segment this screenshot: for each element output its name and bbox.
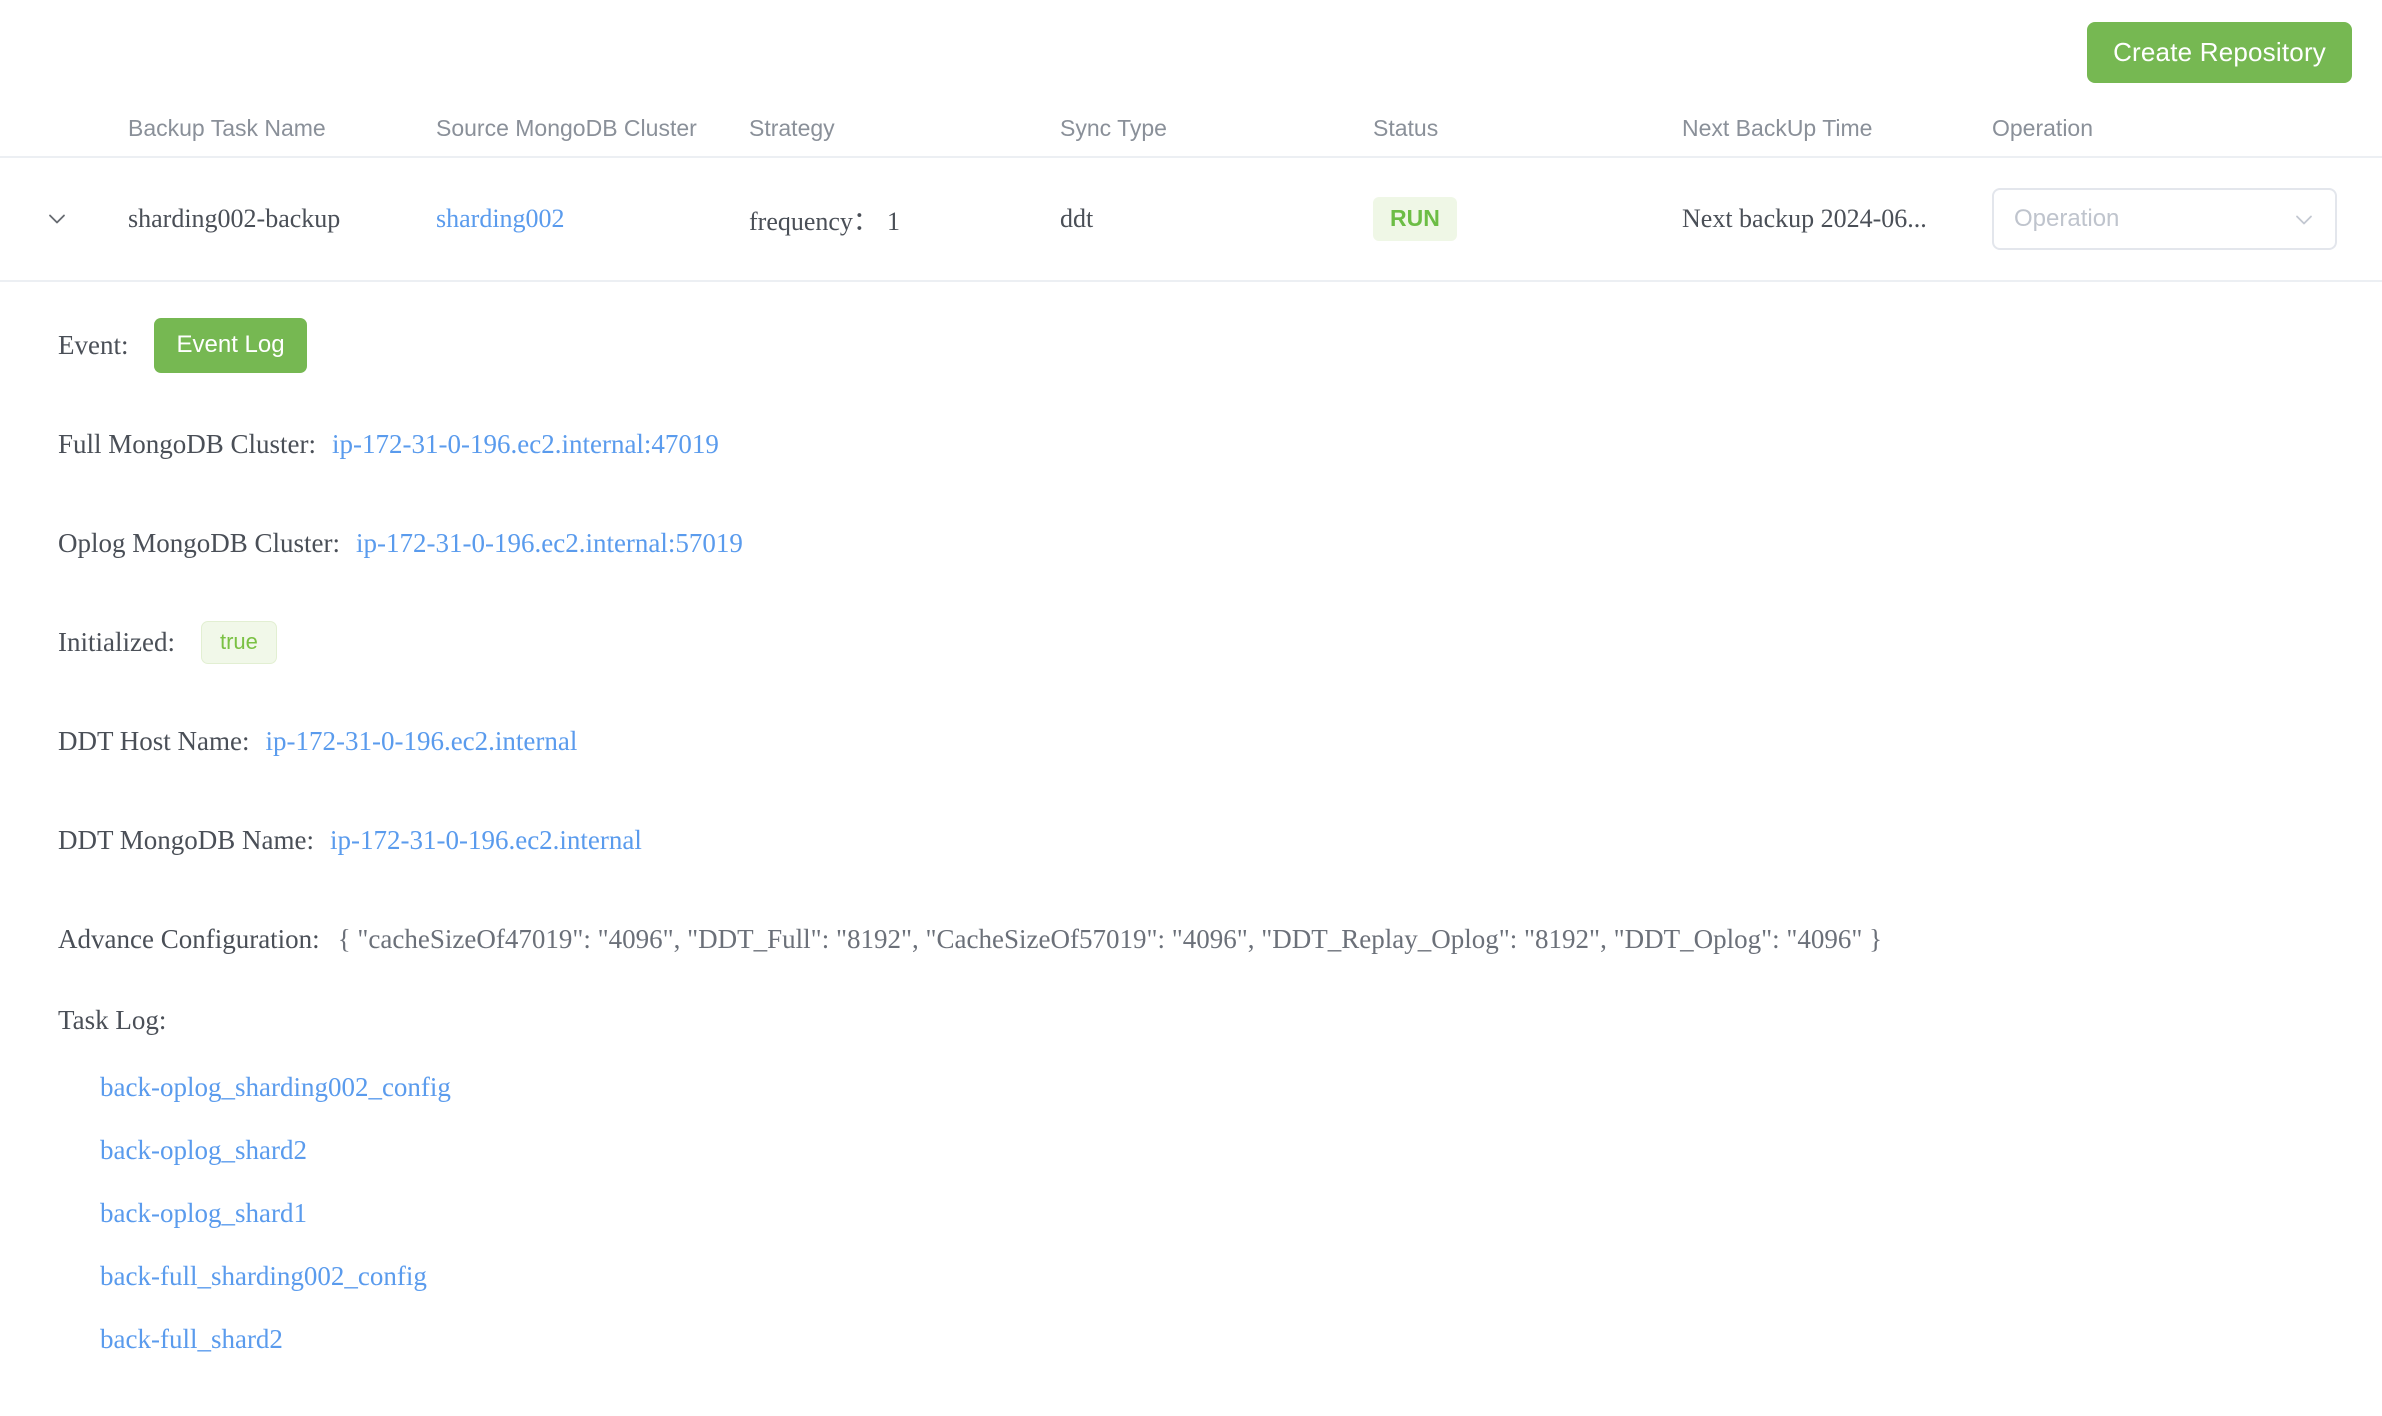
ddt-mongodb-name-label: DDT MongoDB Name: bbox=[58, 824, 314, 855]
column-header-operation: Operation bbox=[1992, 114, 2094, 141]
column-header-next-backup: Next BackUp Time bbox=[1682, 114, 1873, 141]
column-header-sync-type: Sync Type bbox=[1060, 114, 1167, 141]
oplog-mongodb-cluster-label: Oplog MongoDB Cluster: bbox=[58, 527, 341, 558]
create-repository-button[interactable]: Create Repository bbox=[2087, 22, 2352, 83]
backup-task-page: Create Repository Backup Task Name Sourc… bbox=[0, 0, 2382, 1416]
task-log-link[interactable]: back-oplog_sharding002_config bbox=[100, 1072, 451, 1103]
initialized-badge: true bbox=[200, 620, 277, 664]
table-row: sharding002-backup sharding002 frequency… bbox=[0, 158, 2382, 282]
cell-next-backup-time: Next backup 2024-06... bbox=[1682, 204, 1927, 233]
operation-select-placeholder: Operation bbox=[2014, 205, 2120, 232]
strategy-value: 1 bbox=[886, 206, 900, 236]
row-expand-toggle[interactable] bbox=[0, 208, 128, 230]
detail-initialized-row: Initialized: true bbox=[58, 609, 2382, 675]
detail-oplog-cluster-row: Oplog MongoDB Cluster: ip-172-31-0-196.e… bbox=[58, 510, 2382, 576]
initialized-label: Initialized: bbox=[58, 626, 175, 657]
cell-status: RUN bbox=[1373, 197, 1682, 241]
list-item: back-oplog_shard2 bbox=[100, 1119, 2382, 1182]
chevron-down-icon bbox=[2293, 208, 2315, 230]
detail-full-cluster-row: Full MongoDB Cluster: ip-172-31-0-196.ec… bbox=[58, 411, 2382, 477]
chevron-down-icon bbox=[46, 208, 68, 230]
row-detail-panel: Event: Event Log Full MongoDB Cluster: i… bbox=[0, 282, 2382, 1371]
column-header-name: Backup Task Name bbox=[128, 114, 326, 141]
list-item: back-full_shard2 bbox=[100, 1308, 2382, 1371]
advance-configuration-value: { "cacheSizeOf47019": "4096", "DDT_Full"… bbox=[337, 923, 1883, 954]
ddt-host-name-link[interactable]: ip-172-31-0-196.ec2.internal bbox=[265, 726, 577, 757]
column-header-strategy: Strategy bbox=[749, 114, 835, 141]
detail-event-row: Event: Event Log bbox=[58, 312, 2382, 378]
cell-backup-task-name: sharding002-backup bbox=[128, 204, 341, 233]
task-log-list: back-oplog_sharding002_config back-oplog… bbox=[58, 1056, 2382, 1371]
list-item: back-full_sharding002_config bbox=[100, 1245, 2382, 1308]
toolbar: Create Repository bbox=[0, 0, 2382, 100]
event-log-button[interactable]: Event Log bbox=[154, 317, 307, 373]
full-mongodb-cluster-link[interactable]: ip-172-31-0-196.ec2.internal:47019 bbox=[332, 429, 719, 460]
task-log-label: Task Log: bbox=[58, 1005, 167, 1035]
detail-advance-configuration-row: Advance Configuration: { "cacheSizeOf470… bbox=[58, 906, 2382, 972]
task-log-link[interactable]: back-full_shard2 bbox=[100, 1324, 283, 1355]
task-log-link[interactable]: back-oplog_shard1 bbox=[100, 1198, 307, 1229]
cell-source-cluster-link[interactable]: sharding002 bbox=[436, 204, 749, 234]
strategy-label: frequency： bbox=[749, 206, 879, 236]
ddt-host-name-label: DDT Host Name: bbox=[58, 725, 250, 756]
backup-task-table: Backup Task Name Source MongoDB Cluster … bbox=[0, 100, 2382, 282]
status-badge: RUN bbox=[1373, 197, 1457, 241]
list-item: back-oplog_sharding002_config bbox=[100, 1056, 2382, 1119]
column-header-source: Source MongoDB Cluster bbox=[436, 114, 697, 141]
cell-operation: Operation bbox=[1992, 188, 2382, 250]
cell-sync-type: ddt bbox=[1060, 204, 1094, 233]
ddt-mongodb-name-link[interactable]: ip-172-31-0-196.ec2.internal bbox=[330, 825, 642, 856]
advance-configuration-label: Advance Configuration: bbox=[58, 923, 320, 954]
event-label: Event: bbox=[58, 329, 129, 360]
task-log-link[interactable]: back-oplog_shard2 bbox=[100, 1135, 307, 1166]
detail-task-log-section: Task Log: back-oplog_sharding002_config … bbox=[58, 1005, 2382, 1371]
column-header-status: Status bbox=[1373, 114, 1439, 141]
table-header-row: Backup Task Name Source MongoDB Cluster … bbox=[0, 100, 2382, 158]
oplog-mongodb-cluster-link[interactable]: ip-172-31-0-196.ec2.internal:57019 bbox=[356, 528, 743, 559]
detail-ddt-mongodb-name-row: DDT MongoDB Name: ip-172-31-0-196.ec2.in… bbox=[58, 807, 2382, 873]
cell-strategy: frequency： 1 bbox=[749, 201, 1060, 238]
list-item: back-oplog_shard1 bbox=[100, 1182, 2382, 1245]
operation-select[interactable]: Operation bbox=[1992, 188, 2337, 250]
detail-ddt-host-name-row: DDT Host Name: ip-172-31-0-196.ec2.inter… bbox=[58, 708, 2382, 774]
full-mongodb-cluster-label: Full MongoDB Cluster: bbox=[58, 428, 317, 459]
task-log-link[interactable]: back-full_sharding002_config bbox=[100, 1261, 427, 1292]
